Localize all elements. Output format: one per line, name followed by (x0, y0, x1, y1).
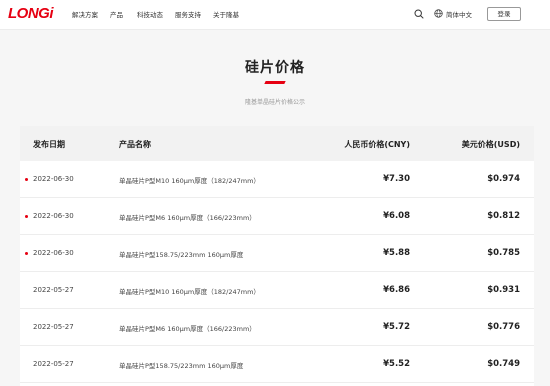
cell-date: 2022-05-27 (33, 286, 74, 294)
table-row: 2022-06-30 单晶硅片P型158.75/223mm 160μm厚度 ¥5… (20, 235, 534, 272)
cell-cny: ¥6.86 (383, 285, 410, 295)
cell-date: 2022-06-30 (33, 249, 74, 257)
page-title: 硅片价格 (245, 60, 305, 76)
cell-cny: ¥6.08 (383, 211, 410, 221)
column-header-cny: 人民币价格(CNY) (344, 140, 410, 149)
cell-date: 2022-06-30 (33, 212, 74, 220)
column-header-product: 产品名称 (119, 140, 151, 149)
cell-product: 单晶硅片P型158.75/223mm 160μm厚度 (119, 362, 244, 370)
column-header-usd: 美元价格(USD) (461, 140, 520, 149)
cell-cny: ¥7.30 (383, 174, 410, 184)
cell-product: 单晶硅片P型M6 160μm厚度（166/223mm） (119, 325, 256, 333)
cell-date: 2022-05-27 (33, 323, 74, 331)
longi-logo[interactable]: LONGi (8, 5, 54, 22)
table-row: 2022-06-30 单晶硅片P型M10 160μm厚度（182/247mm） … (20, 161, 534, 198)
table-header: 发布日期 产品名称 人民币价格(CNY) 美元价格(USD) (20, 126, 534, 161)
cell-cny: ¥5.88 (383, 248, 410, 258)
cell-usd: $0.812 (487, 211, 520, 221)
cell-cny: ¥5.72 (383, 322, 410, 332)
new-indicator-dot (25, 252, 28, 255)
table-row: 2022-05-27 单晶硅片P型158.75/223mm 160μm厚度 ¥5… (20, 346, 534, 383)
nav-item-solutions[interactable]: 解决方案 (72, 9, 98, 19)
cell-usd: $0.974 (487, 174, 520, 184)
cell-usd: $0.749 (487, 359, 520, 369)
cell-cny: ¥5.52 (383, 359, 410, 369)
top-header: LONGi 解决方案 产品 科技动态 服务支持 关于隆基 简体中文 登录 (0, 0, 550, 30)
price-table: 发布日期 产品名称 人民币价格(CNY) 美元价格(USD) 2022-06-3… (20, 126, 534, 386)
cell-usd: $0.776 (487, 322, 520, 332)
cell-product: 单晶硅片P型M6 160μm厚度（166/223mm） (119, 214, 256, 222)
cell-date: 2022-05-27 (33, 360, 74, 368)
cell-product: 单晶硅片P型M10 160μm厚度（182/247mm） (119, 177, 260, 185)
table-row: 2022-05-27 单晶硅片P型M6 160μm厚度（166/223mm） ¥… (20, 309, 534, 346)
table-row: 2022-05-27 单晶硅片P型M10 160μm厚度（182/247mm） … (20, 272, 534, 309)
title-accent-bar (264, 81, 286, 84)
nav-item-products[interactable]: 产品 (110, 9, 123, 19)
nav-item-about[interactable]: 关于隆基 (213, 9, 239, 19)
cell-date: 2022-06-30 (33, 175, 74, 183)
logo-text: LONGi (8, 5, 54, 22)
column-header-date: 发布日期 (33, 140, 65, 149)
search-icon[interactable] (414, 9, 424, 19)
nav-item-service[interactable]: 服务支持 (175, 9, 201, 19)
language-label: 简体中文 (446, 11, 472, 19)
cell-product: 单晶硅片P型M10 160μm厚度（182/247mm） (119, 288, 260, 296)
table-row: 2022-06-30 单晶硅片P型M6 160μm厚度（166/223mm） ¥… (20, 198, 534, 235)
cell-usd: $0.785 (487, 248, 520, 258)
cell-product: 单晶硅片P型158.75/223mm 160μm厚度 (119, 251, 244, 259)
page-subtitle: 隆基单晶硅片价格公示 (244, 99, 305, 106)
new-indicator-dot (25, 215, 28, 218)
new-indicator-dot (25, 178, 28, 181)
globe-icon (434, 9, 443, 18)
nav-item-tech-news[interactable]: 科技动态 (137, 9, 163, 19)
cell-usd: $0.931 (487, 285, 520, 295)
login-button[interactable]: 登录 (487, 7, 521, 21)
